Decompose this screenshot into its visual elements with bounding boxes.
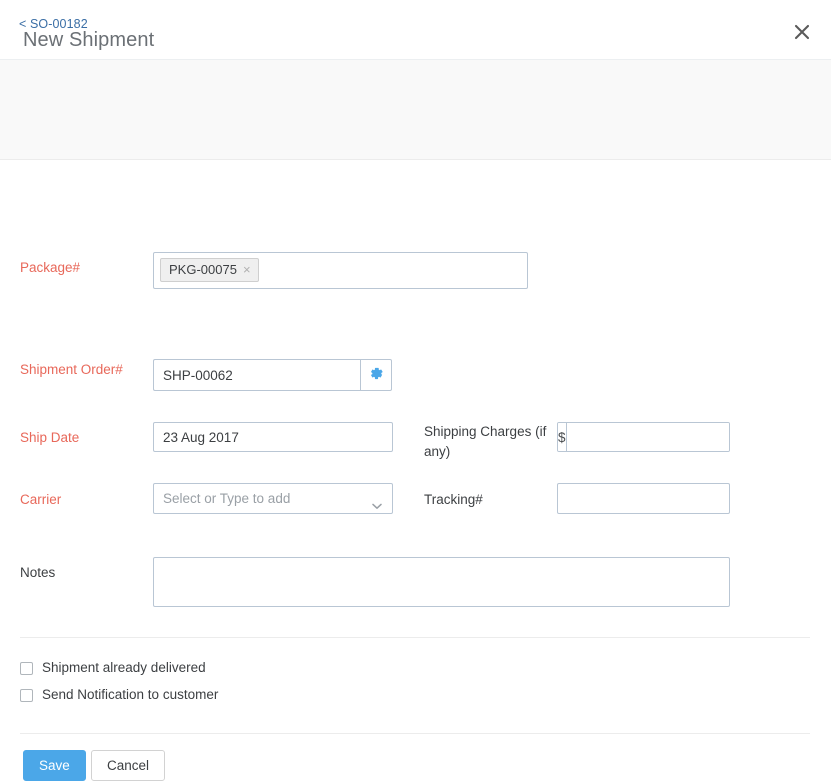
- currency-symbol: $: [558, 423, 567, 451]
- ship-date-input[interactable]: [153, 422, 393, 452]
- save-button[interactable]: Save: [23, 750, 86, 781]
- modal-header: < SO-00182 New Shipment: [0, 0, 831, 60]
- shipment-delivered-checkbox[interactable]: [20, 662, 33, 675]
- form-divider-bottom: [20, 733, 810, 734]
- close-icon: [786, 16, 818, 48]
- notes-textarea[interactable]: [153, 557, 730, 607]
- cancel-button[interactable]: Cancel: [91, 750, 165, 781]
- carrier-placeholder-text: Select or Type to add: [163, 491, 290, 506]
- package-tag[interactable]: PKG-00075 ×: [160, 258, 259, 282]
- shipping-charges-label: Shipping Charges (if any): [424, 422, 554, 462]
- shipment-order-label: Shipment Order#: [20, 360, 155, 380]
- carrier-label: Carrier: [20, 490, 155, 510]
- form-divider-top: [20, 637, 810, 638]
- send-notification-label: Send Notification to customer: [42, 687, 218, 703]
- close-button[interactable]: [786, 16, 818, 48]
- shipping-charges-input[interactable]: [567, 423, 730, 451]
- shipment-delivered-checkbox-row[interactable]: Shipment already delivered: [20, 660, 206, 676]
- send-notification-checkbox-row[interactable]: Send Notification to customer: [20, 687, 218, 703]
- package-number-input[interactable]: PKG-00075 ×: [153, 252, 528, 289]
- new-shipment-modal: < SO-00182 New Shipment Package# PKG-000…: [0, 0, 831, 636]
- notes-label: Notes: [20, 563, 155, 583]
- send-notification-checkbox[interactable]: [20, 689, 33, 702]
- tracking-number-label: Tracking#: [424, 490, 559, 510]
- shipment-delivered-label: Shipment already delivered: [42, 660, 206, 676]
- chevron-down-icon: [372, 497, 382, 515]
- page-title: New Shipment: [23, 29, 154, 52]
- package-section: [0, 60, 831, 160]
- shipment-order-input[interactable]: [153, 359, 360, 391]
- gear-icon: [369, 366, 384, 384]
- remove-package-tag-icon[interactable]: ×: [243, 263, 251, 276]
- shipment-order-settings-button[interactable]: [360, 359, 392, 391]
- tracking-number-input[interactable]: [557, 483, 730, 514]
- carrier-select[interactable]: Select or Type to add: [153, 483, 393, 514]
- shipping-charges-field[interactable]: $: [557, 422, 730, 452]
- package-number-label: Package#: [20, 258, 140, 278]
- package-tag-label: PKG-00075: [169, 261, 237, 278]
- ship-date-label: Ship Date: [20, 428, 155, 448]
